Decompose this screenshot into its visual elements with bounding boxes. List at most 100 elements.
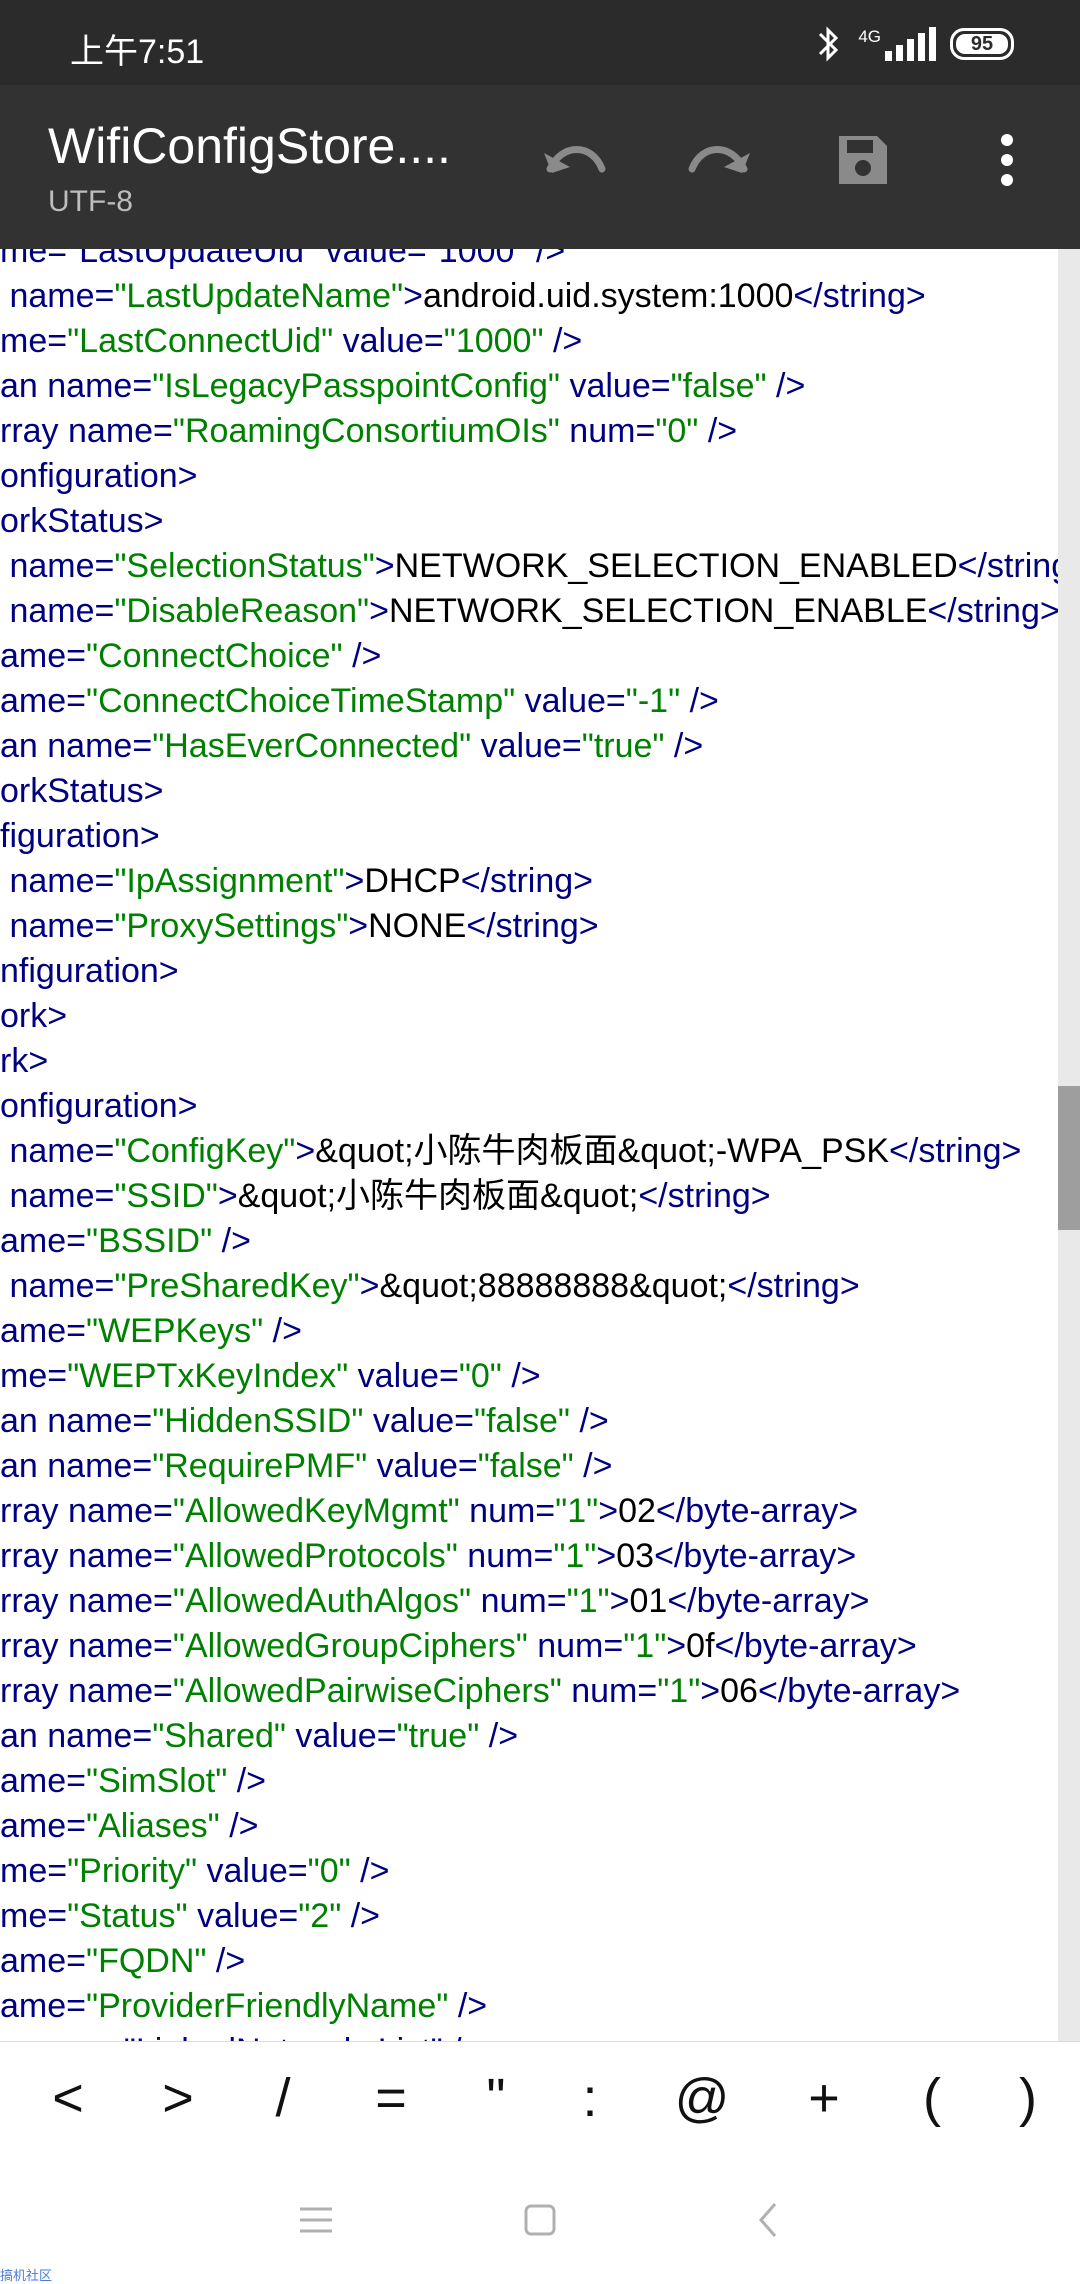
code-line[interactable]: ame="WEPKeys" /> [0,1309,302,1354]
code-line[interactable]: me="Priority" value="0" /> [0,1849,389,1894]
code-line[interactable]: an name="HiddenSSID" value="false" /> [0,1399,609,1444]
code-token: "1" [566,1582,610,1620]
symbol-key-at[interactable]: @ [662,2060,742,2136]
code-line[interactable]: rray name="AllowedPairwiseCiphers" num="… [0,1669,960,1714]
code-line[interactable]: an name="Shared" value="true" /> [0,1714,518,1759]
code-token: "AllowedAuthAlgos" [172,1582,472,1620]
code-token: "SSID" [114,1177,218,1215]
redo-button[interactable] [674,115,764,205]
code-token: /> [448,1987,488,2025]
code-token: </string> [727,1267,860,1305]
code-token: </string> [793,277,926,315]
symbol-key-plus[interactable]: + [784,2060,864,2136]
navigation-bar [0,2152,1080,2280]
code-token: name= [0,1267,115,1305]
code-line[interactable]: ork> [0,994,67,1039]
code-line[interactable]: rk> [0,1039,48,1084]
menu-button[interactable] [286,2190,346,2250]
save-button[interactable] [818,115,908,205]
code-line[interactable]: ame="Aliases" /> [0,1804,259,1849]
code-line[interactable]: name="ConfigKey">&quot;小陈牛肉板面&quot;-WPA_… [0,1129,1021,1174]
code-line[interactable]: ame="ProviderFriendlyName" /> [0,1984,487,2029]
code-line[interactable]: orkStatus> [0,769,163,814]
code-token: </string> [460,862,594,900]
symbol-key-colon[interactable]: : [550,2060,630,2136]
more-options-button[interactable] [962,115,1052,205]
code-line[interactable]: rray name="RoamingConsortiumOIs" num="0"… [0,409,737,454]
code-line[interactable]: name="IpAssignment">DHCP</string> [0,859,593,904]
code-token: ame= [0,1987,86,2025]
code-token: </string> [957,547,1058,585]
code-line[interactable]: rray name="AllowedGroupCiphers" num="1">… [0,1624,917,1669]
file-encoding[interactable]: UTF-8 [48,185,133,219]
code-line[interactable]: an name="RequirePMF" value="false" /> [0,1444,612,1489]
code-editor[interactable]: me="LastUpdateUid" value="1000" /> name=… [0,249,1058,2041]
code-token: /> [543,322,583,360]
symbol-key-greater-than[interactable]: > [138,2060,218,2136]
code-line[interactable]: rray name="AllowedKeyMgmt" num="1">02</b… [0,1489,858,1534]
code-token: name= [58,1672,173,1710]
code-token: rray [0,1492,59,1530]
code-line[interactable]: ame="FQDN" /> [0,1939,245,1984]
code-line[interactable]: me="LastUpdateUid" value="1000" /> [0,249,565,274]
code-line[interactable]: onfiguration> [0,1084,198,1129]
code-token: NETWORK_SELECTION_ENABLED [394,547,958,585]
code-line[interactable]: ame="SimSlot" /> [0,1759,266,1804]
symbol-key-less-than[interactable]: < [28,2060,108,2136]
bluetooth-icon [819,26,839,62]
code-token: "RoamingConsortiumOIs" [172,412,560,450]
code-token: name= [37,1717,153,1755]
code-line[interactable]: me="LastConnectUid" value="1000" /> [0,319,582,364]
status-bar: 上午7:51 4G 95 [0,0,1080,85]
code-token: "RequirePMF" [152,1447,368,1485]
code-token: /> [573,1447,613,1485]
code-token: "IpAssignment" [114,862,345,900]
back-button[interactable] [738,2190,798,2250]
code-line[interactable]: name="ProxySettings">NONE</string> [0,904,598,949]
undo-button[interactable] [530,115,620,205]
home-button[interactable] [510,2190,570,2250]
code-line[interactable]: name="SelectionStatus">NETWORK_SELECTION… [0,544,1058,589]
code-line[interactable]: an name="HasEverConnected" value="true" … [0,724,703,769]
code-token: num= [559,412,656,450]
code-line[interactable]: ame="ConnectChoiceTimeStamp" value="-1" … [0,679,719,724]
code-line[interactable]: me="Status" value="2" /> [0,1894,380,1939]
code-line[interactable]: onfiguration> [0,454,198,499]
code-line[interactable]: rray name="AllowedProtocols" num="1">03<… [0,1534,856,1579]
code-line[interactable]: name="DisableReason">NETWORK_SELECTION_E… [0,589,1058,634]
code-token: an [0,367,38,405]
code-token: me="LastUpdateUid" value="1000" /> [0,249,566,270]
code-token: "AllowedGroupCiphers" [172,1627,528,1665]
code-token: /> [766,367,806,405]
code-line[interactable]: name="SSID">&quot;小陈牛肉板面&quot;</string> [0,1174,770,1219]
code-line[interactable]: name="LastUpdateName">android.uid.system… [0,274,926,319]
code-line[interactable]: nfiguration> [0,949,179,994]
code-line[interactable]: orkStatus> [0,499,163,544]
code-line[interactable]: ame="ConnectChoice" /> [0,634,381,679]
symbol-key-close-paren[interactable]: ) [988,2060,1068,2136]
code-token: "ProviderFriendlyName" [86,1987,449,2025]
code-token: "HiddenSSID" [152,1402,364,1440]
code-line[interactable]: an name="IsLegacyPasspointConfig" value=… [0,364,805,409]
code-line[interactable]: rray name="AllowedAuthAlgos" num="1">01<… [0,1579,870,1624]
code-line[interactable]: ame="BSSID" /> [0,1219,251,1264]
scrollbar-thumb[interactable] [1058,1086,1080,1230]
code-token: "Shared" [152,1717,286,1755]
code-token: "ConnectChoice" [86,637,343,675]
code-line[interactable]: name="LinkedNetworksList" /> [0,2029,482,2041]
home-icon [524,2204,556,2236]
symbol-key-quote[interactable]: " [456,2060,536,2136]
code-token: figuration> [0,817,160,855]
symbol-key-open-paren[interactable]: ( [892,2060,972,2136]
code-line[interactable]: name="PreSharedKey">&quot;88888888&quot;… [0,1264,860,1309]
code-token: "BSSID" [86,1222,213,1260]
code-token: an [0,1447,38,1485]
code-line[interactable]: me="WEPTxKeyIndex" value="0" /> [0,1354,541,1399]
code-token: 01 [629,1582,668,1620]
symbol-key-equals[interactable]: = [351,2060,431,2136]
code-line[interactable]: figuration> [0,814,160,859]
symbol-key-slash[interactable]: / [243,2060,323,2136]
code-token: nfiguration> [0,952,179,990]
code-token: "SelectionStatus" [114,547,375,585]
code-token: orkStatus> [0,772,164,810]
